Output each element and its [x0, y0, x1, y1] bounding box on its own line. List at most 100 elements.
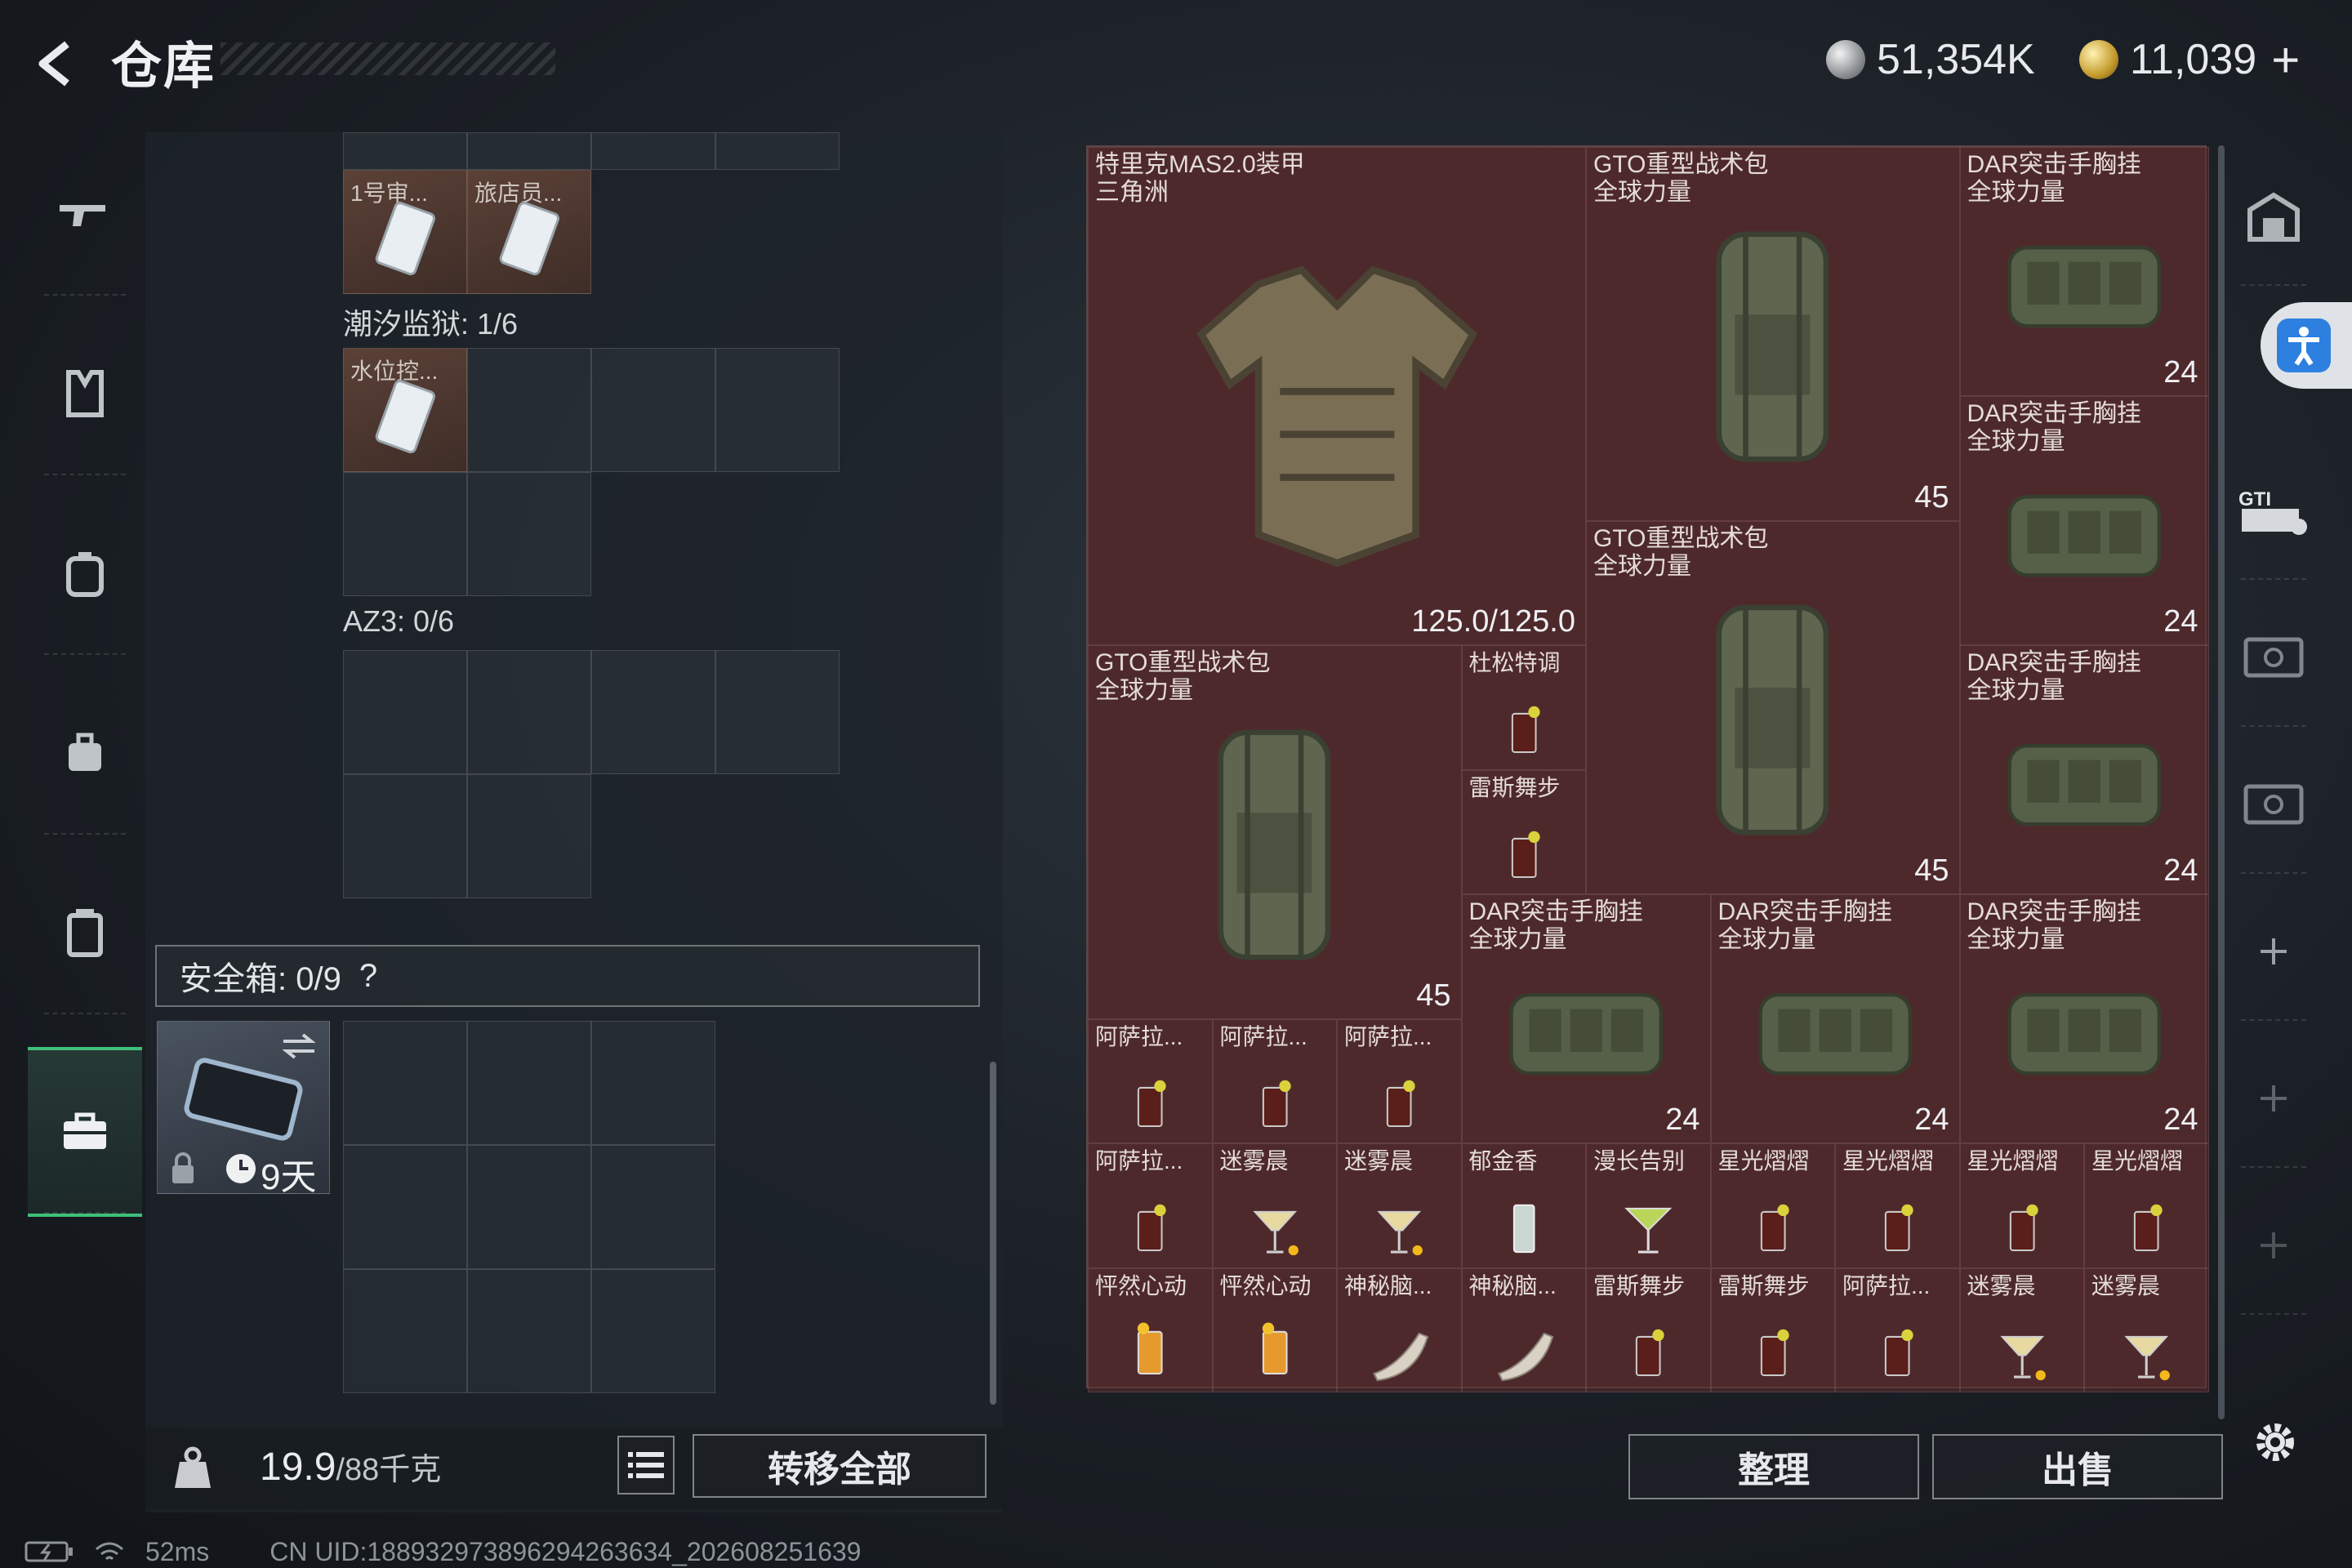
stash-scrollbar[interactable]	[2218, 145, 2225, 1419]
help-button[interactable]: ?	[359, 958, 377, 995]
sell-button[interactable]: 出售	[1932, 1434, 2223, 1499]
grid-slot[interactable]	[343, 774, 467, 898]
nav-item-container[interactable]	[28, 851, 142, 1014]
rail-item-safe-2[interactable]	[2225, 735, 2323, 874]
grid-slot[interactable]	[467, 348, 591, 472]
grid-slot[interactable]	[467, 1269, 591, 1393]
rail-item-safe-1[interactable]	[2225, 588, 2323, 727]
accessibility-icon	[2277, 318, 2331, 372]
safebox-item[interactable]: 9天	[157, 1021, 330, 1197]
status-footer: 52ms CN UID:18893297389629426363​4_20260…	[24, 1535, 1086, 1568]
stash-item[interactable]: 迷雾晨	[1337, 1143, 1462, 1268]
grid-slot[interactable]	[467, 132, 591, 170]
rail-add-slot-2[interactable]	[2225, 1029, 2323, 1168]
drink-glass-icon	[2009, 1204, 2038, 1252]
currency-silver[interactable]: 51,354K	[1826, 31, 2035, 88]
grid-slot[interactable]	[591, 650, 715, 774]
stash-item[interactable]: 星光熠熠	[1835, 1143, 1960, 1268]
stash-item[interactable]: 漫长告别	[1586, 1143, 1711, 1268]
stash-item[interactable]: 雷斯舞步	[1586, 1267, 1711, 1392]
rail-item-storage[interactable]	[2225, 147, 2323, 286]
stash-item[interactable]: 阿萨拉...	[1835, 1267, 1960, 1392]
stash-item[interactable]: 阿萨拉...	[1212, 1018, 1337, 1143]
grid-slot[interactable]	[343, 472, 467, 596]
nav-item-bag[interactable]	[28, 671, 142, 835]
grid-slot[interactable]	[467, 1145, 591, 1269]
accessibility-button[interactable]	[2261, 302, 2352, 389]
stash-item[interactable]: 星光熠熠	[2084, 1143, 2209, 1268]
nav-item-chest-rig[interactable]	[28, 312, 142, 475]
grid-slot[interactable]	[343, 650, 467, 774]
item-icon	[1472, 1303, 1575, 1387]
grid-slot[interactable]	[343, 1269, 467, 1393]
grid-slot[interactable]	[343, 1145, 467, 1269]
rifle-icon	[60, 205, 105, 226]
item-icon	[1098, 1178, 1201, 1262]
stash-item[interactable]: 阿萨拉...	[1088, 1143, 1213, 1268]
stash-item[interactable]: 星光熠熠	[1710, 1143, 1835, 1268]
inventory-scrollbar[interactable]	[990, 1062, 996, 1405]
transfer-all-button[interactable]: 转移全部	[693, 1434, 987, 1498]
grid-slot[interactable]	[715, 348, 840, 472]
grid-slot[interactable]	[467, 650, 591, 774]
stash-item[interactable]: GTO重型战术包 全球力量 45	[1586, 520, 1960, 894]
nav-item-backpack[interactable]	[28, 492, 142, 655]
stash-item[interactable]: 迷雾晨	[1212, 1143, 1337, 1268]
water-control-key-item[interactable]: 水位控...	[343, 348, 467, 472]
list-view-button[interactable]	[617, 1436, 675, 1494]
martini-glass-icon	[1624, 1207, 1673, 1254]
rail-item-gti[interactable]: GTI	[2225, 441, 2323, 580]
grid-slot[interactable]	[715, 132, 840, 170]
stash-item[interactable]: 怦然心动	[1212, 1267, 1337, 1392]
safebox-expiry: 9天	[261, 1157, 317, 1197]
stash-item[interactable]: 神秘脑...	[1461, 1267, 1586, 1392]
stash-item[interactable]: 阿萨拉...	[1088, 1018, 1213, 1143]
back-button[interactable]	[24, 31, 90, 96]
stash-item[interactable]: 怦然心动	[1088, 1267, 1213, 1392]
settings-button[interactable]	[2243, 1410, 2308, 1475]
grid-slot[interactable]	[467, 774, 591, 898]
sort-button[interactable]: 整理	[1628, 1434, 1919, 1499]
stash-item[interactable]: 迷雾晨	[1959, 1267, 2084, 1392]
stash-item[interactable]: 郁金香	[1461, 1143, 1586, 1268]
stash-item[interactable]: DAR突击手胸挂 全球力量 24	[1461, 894, 1711, 1143]
stash-item[interactable]: 阿萨拉...	[1337, 1018, 1462, 1143]
az3-label: AZ3: 0/6	[343, 604, 455, 638]
key-card-item[interactable]: 1号审...	[343, 170, 467, 294]
grid-slot[interactable]	[591, 1145, 715, 1269]
grid-slot[interactable]	[591, 132, 715, 170]
grid-slot[interactable]	[715, 650, 840, 774]
horn-drink-icon	[1373, 1332, 1429, 1381]
grid-slot[interactable]	[343, 1021, 467, 1145]
item-icon	[1482, 934, 1690, 1112]
grid-slot[interactable]	[591, 1021, 715, 1145]
add-currency-button[interactable]: +	[2271, 32, 2300, 88]
stash-item[interactable]: DAR突击手胸挂 全球力量 24	[1959, 894, 2209, 1143]
stash-item[interactable]: 迷雾晨	[2084, 1267, 2209, 1392]
stash-item[interactable]: 雷斯舞步	[1710, 1267, 1835, 1392]
stash-item[interactable]: DAR突击手胸挂 全球力量 24	[1710, 894, 1960, 1143]
stash-item[interactable]: 神秘脑...	[1337, 1267, 1462, 1392]
stash-item[interactable]: 星光熠熠	[1959, 1143, 2084, 1268]
stash-item[interactable]: 雷斯舞步	[1461, 769, 1586, 894]
key-card-item[interactable]: 旅店员...	[467, 170, 591, 294]
grid-slot[interactable]	[343, 132, 467, 170]
grid-slot[interactable]	[591, 348, 715, 472]
nav-item-safebox[interactable]	[28, 1047, 142, 1217]
keycard-icon	[375, 380, 435, 454]
briefcase-icon	[64, 1112, 106, 1149]
grid-slot[interactable]	[467, 472, 591, 596]
stash-item[interactable]: DAR突击手胸挂 全球力量 24	[1959, 147, 2209, 396]
stash-item[interactable]: DAR突击手胸挂 全球力量 24	[1959, 396, 2209, 645]
stash-item[interactable]: DAR突击手胸挂 全球力量 24	[1959, 645, 2209, 894]
stash-item[interactable]: GTO重型战术包 全球力量 45	[1586, 147, 1960, 521]
rail-add-slot-3[interactable]	[2225, 1176, 2323, 1315]
grid-slot[interactable]	[467, 1021, 591, 1145]
nav-item-weapon[interactable]	[28, 132, 142, 296]
currency-gold[interactable]: 11,039 +	[2079, 31, 2300, 88]
grid-slot[interactable]	[591, 1269, 715, 1393]
stash-item[interactable]: 特里克MAS2.0装甲 三角洲 125.0/125.0	[1088, 147, 1586, 645]
stash-item[interactable]: GTO重型战术包 全球力量 45	[1088, 645, 1462, 1019]
stash-item[interactable]: 杜松特调	[1461, 645, 1586, 770]
rail-add-slot-1[interactable]	[2225, 882, 2323, 1021]
